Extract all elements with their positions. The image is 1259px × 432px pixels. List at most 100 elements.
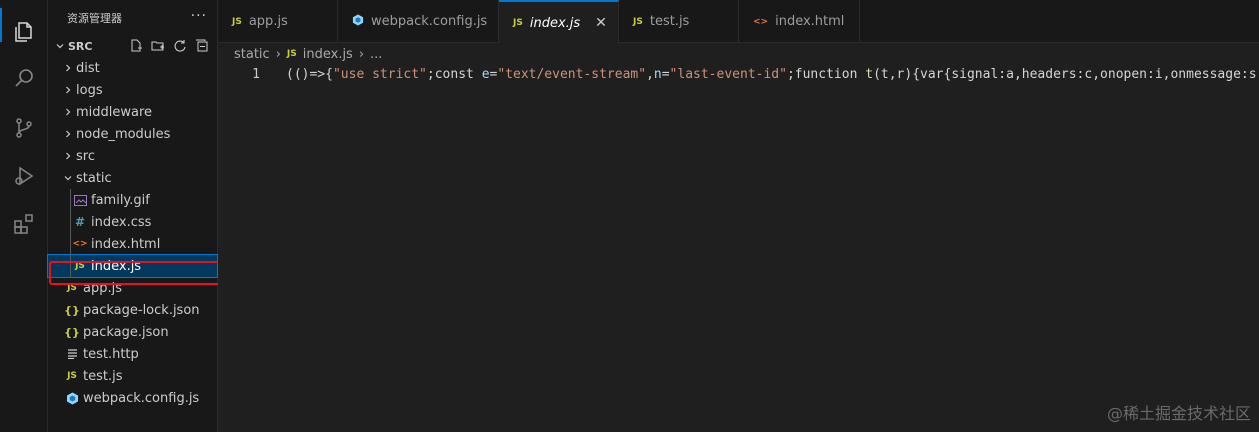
css-file-icon: # — [74, 215, 86, 229]
code-token: n — [653, 67, 662, 82]
js-file-icon: JS — [232, 16, 242, 27]
source-control-icon[interactable] — [0, 104, 48, 152]
tree-item-label: static — [76, 170, 112, 186]
webpack-icon — [64, 390, 80, 406]
html-file-icon: <> — [753, 16, 769, 27]
tree-item-label: test.http — [83, 346, 139, 362]
tree-item-label: index.js — [91, 258, 142, 274]
tab-test-js[interactable]: JS test.js — [619, 0, 739, 43]
tree-file-test-js[interactable]: JS test.js — [48, 365, 217, 387]
breadcrumb-file[interactable]: index.js — [303, 47, 353, 62]
new-folder-icon[interactable] — [149, 37, 167, 55]
html-file-icon: <> — [72, 239, 88, 249]
tree-item-label: package-lock.json — [83, 302, 200, 318]
tab-label: app.js — [248, 14, 288, 29]
close-icon[interactable]: ✕ — [592, 14, 610, 32]
new-file-icon[interactable] — [127, 37, 145, 55]
js-file-icon: JS — [67, 371, 77, 381]
workspace-section[interactable]: SRC — [48, 35, 217, 57]
breadcrumb: static › JS index.js › ... — [218, 43, 382, 65]
tree-file-index-html[interactable]: <> index.html — [48, 233, 217, 255]
search-icon[interactable] — [0, 54, 48, 102]
chevron-right-icon — [60, 129, 76, 139]
breadcrumb-folder[interactable]: static — [234, 47, 270, 62]
tree-file-index-js[interactable]: JS index.js — [47, 254, 218, 278]
indent-guide — [70, 211, 71, 233]
chevron-down-icon — [52, 41, 68, 51]
js-file-icon: JS — [67, 283, 77, 293]
tree-file-family-gif[interactable]: family.gif — [48, 189, 217, 211]
tree-folder-static[interactable]: static — [48, 167, 217, 189]
tab-index-js[interactable]: JS index.js ✕ — [499, 0, 619, 44]
tree-item-label: app.js — [83, 280, 122, 296]
code-editor[interactable]: 1 (()=>{"use strict";const e = "text/event… — [218, 65, 1259, 432]
tree-file-test-http[interactable]: test.http — [48, 343, 217, 365]
tree-item-label: middleware — [76, 104, 153, 120]
webpack-icon — [352, 14, 364, 29]
tree-item-label: index.html — [91, 236, 161, 252]
tree-file-package-lock-json[interactable]: {} package-lock.json — [48, 299, 217, 321]
tree-item-label: node_modules — [76, 126, 171, 142]
code-token: (()=>{ — [286, 67, 333, 82]
tree-item-label: src — [76, 148, 95, 164]
tree-folder-dist[interactable]: dist — [48, 57, 217, 79]
tree-item-label: dist — [76, 60, 100, 76]
extensions-icon[interactable] — [0, 200, 48, 248]
chevron-right-icon: › — [358, 46, 365, 62]
indent-guide — [70, 189, 71, 211]
chevron-right-icon — [60, 151, 76, 161]
tree-folder-logs[interactable]: logs — [48, 79, 217, 101]
breadcrumb-more[interactable]: ... — [370, 47, 382, 62]
code-token: = — [661, 67, 670, 82]
code-token: "last-event-id" — [669, 67, 787, 82]
run-debug-icon[interactable] — [0, 152, 48, 200]
json-file-icon: {} — [64, 325, 80, 339]
json-file-icon: {} — [64, 303, 80, 317]
image-file-icon — [72, 192, 88, 208]
explorer-title: 资源管理器 — [67, 11, 122, 25]
activity-bar — [0, 0, 48, 432]
code-token: e — [481, 67, 490, 82]
code-token: , — [646, 67, 654, 82]
tree-folder-node-modules[interactable]: node_modules — [48, 123, 217, 145]
tree-item-label: index.css — [91, 214, 152, 230]
section-label: SRC — [68, 39, 93, 53]
tab-label: test.js — [649, 14, 690, 29]
code-token: "text/event-stream" — [497, 67, 647, 82]
collapse-all-icon[interactable] — [193, 37, 211, 55]
refresh-icon[interactable] — [171, 37, 189, 55]
watermark: @稀土掘金技术社区 — [1106, 404, 1251, 423]
js-file-icon: JS — [513, 18, 523, 28]
tab-bar: JS app.js webpack.config.js JS index.js … — [218, 0, 1259, 44]
code-token: "use strict" — [332, 67, 427, 82]
explorer-sidebar: 资源管理器 ··· SRC dist logs middleware node_… — [47, 0, 218, 432]
code-content[interactable]: (()=>{"use strict";const e = "text/event-s… — [286, 67, 1259, 82]
tree-item-label: logs — [76, 82, 103, 98]
tree-folder-src[interactable]: src — [48, 145, 217, 167]
tree-item-label: package.json — [83, 324, 169, 340]
code-token: ;function — [786, 67, 866, 82]
tree-file-index-css[interactable]: # index.css — [48, 211, 217, 233]
code-token: ;const — [426, 67, 482, 82]
code-token: (t,r){var{signal:a,headers:c,onopen:i,on… — [873, 67, 1259, 82]
tab-webpack-config-js[interactable]: webpack.config.js — [338, 0, 499, 43]
chevron-right-icon — [60, 63, 76, 73]
js-file-icon: JS — [633, 16, 643, 27]
indent-guide — [70, 233, 71, 255]
tree-file-webpack-config-js[interactable]: webpack.config.js — [48, 387, 217, 409]
line-number: 1 — [252, 67, 260, 82]
tree-file-package-json[interactable]: {} package.json — [48, 321, 217, 343]
tab-index-html[interactable]: <> index.html — [739, 0, 860, 43]
lines-file-icon — [64, 346, 80, 362]
tab-label: index.js — [529, 15, 581, 31]
tree-item-label: test.js — [83, 368, 123, 384]
code-token: t — [865, 67, 874, 82]
chevron-down-icon — [60, 173, 76, 183]
chevron-right-icon — [60, 85, 76, 95]
tab-app-js[interactable]: JS app.js — [218, 0, 338, 43]
tab-label: index.html — [775, 14, 845, 29]
tree-file-app-js[interactable]: JS app.js — [48, 277, 217, 299]
more-actions-icon[interactable]: ··· — [191, 8, 207, 24]
explorer-icon[interactable] — [0, 8, 48, 56]
tree-folder-middleware[interactable]: middleware — [48, 101, 217, 123]
